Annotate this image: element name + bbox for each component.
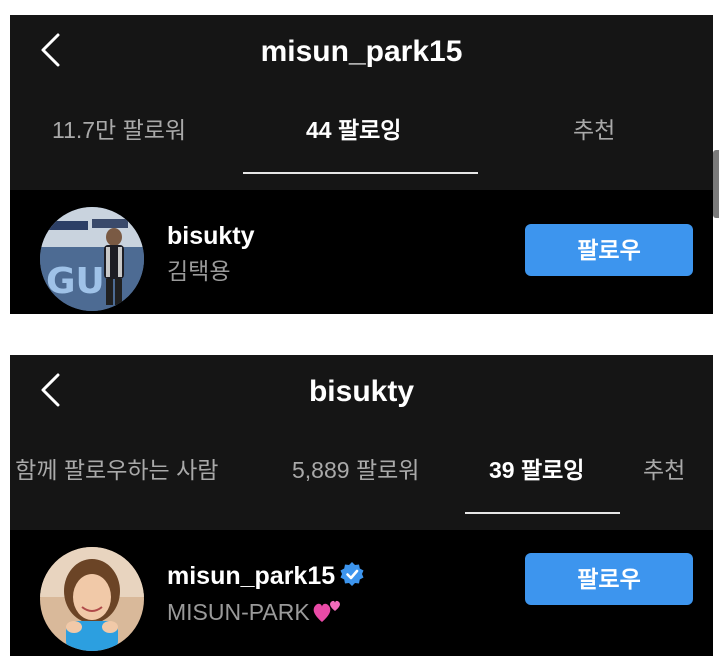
tab-suggested[interactable]: 추천 [643,450,685,490]
active-tab-indicator [465,512,620,514]
full-name: MISUN-PARK [167,596,344,626]
tab-following[interactable]: 44 팔로잉 [306,110,401,150]
scroll-indicator [713,150,719,218]
follow-button[interactable]: 팔로우 [525,224,693,276]
following-screen-bisukty: bisukty 2 함께 팔로우하는 사람 5,889 팔로워 39 팔로잉 추… [10,355,713,656]
page-title: bisukty [308,375,415,408]
page-title: misun_park15 [260,35,463,68]
following-screen-misun: misun_park15 11.7만 팔로워 44 팔로잉 추천 GU bisu [10,15,713,314]
user-list-item[interactable]: GU bisukty 김택용 팔로우 [10,190,713,314]
tab-following[interactable]: 39 팔로잉 [489,450,584,490]
avatar[interactable] [40,547,144,651]
tab-followers[interactable]: 5,889 팔로워 [292,450,419,490]
two-hearts-icon [313,600,340,622]
active-tab-indicator [243,172,478,174]
tab-mutual-followers[interactable]: 2 함께 팔로우하는 사람 [10,450,218,490]
avatar-image: GU [40,207,144,311]
tab-followers[interactable]: 11.7만 팔로워 [52,110,186,150]
full-name: 김택용 [167,258,231,284]
full-name-text: MISUN-PARK [167,599,310,625]
tab-suggested[interactable]: 추천 [573,110,615,150]
verified-badge-icon [340,562,364,586]
header: bisukty 2 함께 팔로우하는 사람 5,889 팔로워 39 팔로잉 추… [10,355,713,530]
header: misun_park15 11.7만 팔로워 44 팔로잉 추천 [10,15,713,190]
user-list-item[interactable]: misun_park15 MISUN-PARK 팔로우 [10,530,713,656]
username[interactable]: bisukty [167,220,255,252]
username-text: misun_park15 [167,562,336,590]
avatar-image [40,547,144,651]
follow-button[interactable]: 팔로우 [525,553,693,605]
avatar[interactable]: GU [40,207,144,311]
svg-text:GU: GU [46,261,105,302]
username[interactable]: misun_park15 [167,560,365,592]
